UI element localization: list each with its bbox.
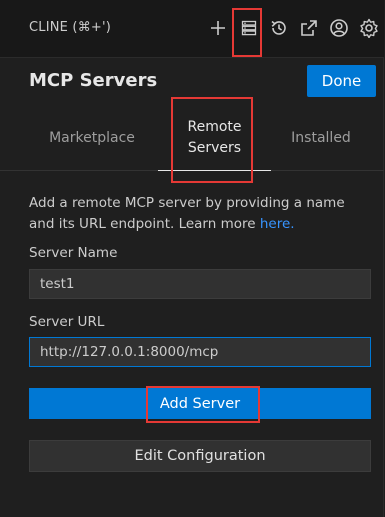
tab-marketplace[interactable]: Marketplace (34, 105, 150, 171)
tab-bar: Marketplace Remote Servers Installed (0, 105, 384, 171)
account-icon[interactable] (328, 17, 350, 39)
app-title: CLINE (⌘+') (29, 20, 112, 35)
plus-icon[interactable] (207, 17, 229, 39)
mcp-servers-icon[interactable] (238, 17, 260, 39)
history-icon[interactable] (268, 17, 290, 39)
server-name-input[interactable] (29, 269, 371, 299)
server-url-input[interactable] (29, 337, 371, 367)
tab-installed[interactable]: Installed (275, 105, 367, 171)
learn-more-link[interactable]: here. (260, 216, 295, 232)
tab-remote-servers[interactable]: Remote Servers (158, 105, 271, 171)
done-button[interactable]: Done (307, 65, 376, 97)
cline-panel: CLINE (⌘+') MCP Servers Done Marketplace… (0, 0, 384, 517)
settings-icon[interactable] (358, 17, 380, 39)
title-bar: CLINE (⌘+') (0, 0, 384, 58)
remote-description: Add a remote MCP server by providing a n… (29, 193, 359, 235)
server-name-label: Server Name (29, 245, 118, 261)
popout-icon[interactable] (298, 17, 320, 39)
server-url-label: Server URL (29, 314, 105, 330)
page-title: MCP Servers (29, 70, 158, 91)
add-server-button[interactable]: Add Server (29, 388, 371, 419)
description-text: Add a remote MCP server by providing a n… (29, 195, 345, 232)
edit-configuration-button[interactable]: Edit Configuration (29, 440, 371, 472)
